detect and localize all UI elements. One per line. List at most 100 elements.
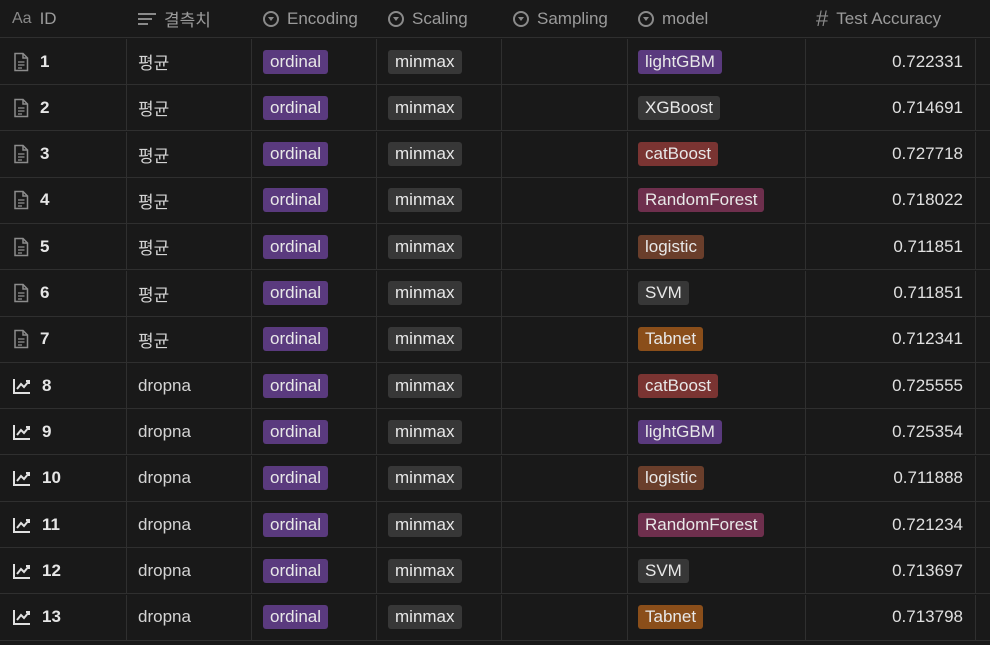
cell-scaling[interactable]: minmax bbox=[377, 594, 502, 640]
cell-model[interactable]: logistic bbox=[628, 224, 806, 270]
cell-scaling[interactable]: minmax bbox=[377, 502, 502, 547]
cell-accuracy[interactable]: 0.713798 bbox=[806, 594, 976, 640]
cell-sampling[interactable] bbox=[502, 131, 628, 177]
cell-id[interactable]: 6 bbox=[0, 270, 127, 316]
cell-id[interactable]: 7 bbox=[0, 316, 127, 362]
table-row[interactable]: 7 평균 ordinal minmax Tabnet 0.712341 bbox=[0, 316, 990, 363]
cell-sampling[interactable] bbox=[502, 224, 628, 270]
header-id[interactable]: Aa ID bbox=[0, 0, 127, 37]
cell-scaling[interactable]: minmax bbox=[377, 85, 502, 131]
cell-sampling[interactable] bbox=[502, 502, 628, 547]
cell-encoding[interactable]: ordinal bbox=[252, 131, 377, 177]
cell-encoding[interactable]: ordinal bbox=[252, 224, 377, 270]
cell-scaling[interactable]: minmax bbox=[377, 548, 502, 594]
cell-scaling[interactable]: minmax bbox=[377, 131, 502, 177]
cell-id[interactable]: 2 bbox=[0, 85, 127, 131]
cell-missing[interactable]: dropna bbox=[127, 409, 252, 455]
cell-encoding[interactable]: ordinal bbox=[252, 363, 377, 409]
cell-accuracy[interactable]: 0.718022 bbox=[806, 177, 976, 223]
cell-missing[interactable]: 평균 bbox=[127, 85, 252, 131]
cell-id[interactable]: 3 bbox=[0, 131, 127, 177]
table-row[interactable]: 13 dropna ordinal minmax Tabnet 0.713798 bbox=[0, 594, 990, 641]
cell-id[interactable]: 13 bbox=[0, 594, 127, 640]
cell-model[interactable]: Tabnet bbox=[628, 594, 806, 640]
cell-missing[interactable]: 평균 bbox=[127, 270, 252, 316]
cell-encoding[interactable]: ordinal bbox=[252, 270, 377, 316]
table-row[interactable]: 12 dropna ordinal minmax SVM 0.713697 bbox=[0, 548, 990, 595]
cell-encoding[interactable]: ordinal bbox=[252, 594, 377, 640]
cell-sampling[interactable] bbox=[502, 270, 628, 316]
table-row[interactable]: 8 dropna ordinal minmax catBoost 0.725555 bbox=[0, 363, 990, 410]
cell-id[interactable]: 10 bbox=[0, 455, 127, 501]
cell-encoding[interactable]: ordinal bbox=[252, 85, 377, 131]
cell-accuracy[interactable]: 0.711851 bbox=[806, 224, 976, 270]
cell-id[interactable]: 1 bbox=[0, 39, 127, 84]
table-row[interactable]: 4 평균 ordinal minmax RandomForest 0.718022 bbox=[0, 177, 990, 224]
cell-accuracy[interactable]: 0.727718 bbox=[806, 131, 976, 177]
cell-encoding[interactable]: ordinal bbox=[252, 502, 377, 547]
cell-sampling[interactable] bbox=[502, 455, 628, 501]
cell-accuracy[interactable]: 0.713697 bbox=[806, 548, 976, 594]
cell-accuracy[interactable]: 0.722331 bbox=[806, 39, 976, 84]
cell-missing[interactable]: dropna bbox=[127, 363, 252, 409]
cell-sampling[interactable] bbox=[502, 363, 628, 409]
cell-missing[interactable]: dropna bbox=[127, 548, 252, 594]
cell-sampling[interactable] bbox=[502, 548, 628, 594]
table-row[interactable]: 3 평균 ordinal minmax catBoost 0.727718 bbox=[0, 131, 990, 178]
cell-missing[interactable]: 평균 bbox=[127, 131, 252, 177]
cell-model[interactable]: lightGBM bbox=[628, 39, 806, 84]
header-accuracy[interactable]: # Test Accuracy bbox=[806, 0, 976, 37]
cell-sampling[interactable] bbox=[502, 85, 628, 131]
header-model[interactable]: model bbox=[628, 0, 806, 37]
cell-id[interactable]: 8 bbox=[0, 363, 127, 409]
cell-model[interactable]: catBoost bbox=[628, 363, 806, 409]
header-sampling[interactable]: Sampling bbox=[502, 0, 628, 37]
cell-missing[interactable]: 평균 bbox=[127, 39, 252, 84]
cell-missing[interactable]: 평균 bbox=[127, 224, 252, 270]
cell-model[interactable]: lightGBM bbox=[628, 409, 806, 455]
cell-sampling[interactable] bbox=[502, 409, 628, 455]
table-row[interactable]: 6 평균 ordinal minmax SVM 0.711851 bbox=[0, 270, 990, 317]
table-row[interactable]: 11 dropna ordinal minmax RandomForest 0.72123… bbox=[0, 502, 990, 548]
cell-sampling[interactable] bbox=[502, 316, 628, 362]
cell-id[interactable]: 9 bbox=[0, 409, 127, 455]
table-row[interactable]: 9 dropna ordinal minmax lightGBM 0.725354 bbox=[0, 409, 990, 456]
cell-accuracy[interactable]: 0.725354 bbox=[806, 409, 976, 455]
cell-encoding[interactable]: ordinal bbox=[252, 316, 377, 362]
cell-sampling[interactable] bbox=[502, 177, 628, 223]
cell-scaling[interactable]: minmax bbox=[377, 316, 502, 362]
cell-missing[interactable]: 평균 bbox=[127, 177, 252, 223]
cell-model[interactable]: XGBoost bbox=[628, 85, 806, 131]
cell-model[interactable]: SVM bbox=[628, 548, 806, 594]
cell-accuracy[interactable]: 0.725555 bbox=[806, 363, 976, 409]
cell-scaling[interactable]: minmax bbox=[377, 455, 502, 501]
header-missing[interactable]: 결측치 bbox=[127, 0, 252, 37]
cell-scaling[interactable]: minmax bbox=[377, 224, 502, 270]
cell-sampling[interactable] bbox=[502, 594, 628, 640]
cell-accuracy[interactable]: 0.712341 bbox=[806, 316, 976, 362]
cell-encoding[interactable]: ordinal bbox=[252, 409, 377, 455]
cell-model[interactable]: Tabnet bbox=[628, 316, 806, 362]
cell-encoding[interactable]: ordinal bbox=[252, 455, 377, 501]
cell-scaling[interactable]: minmax bbox=[377, 270, 502, 316]
cell-scaling[interactable]: minmax bbox=[377, 39, 502, 84]
cell-sampling[interactable] bbox=[502, 39, 628, 84]
cell-accuracy[interactable]: 0.711851 bbox=[806, 270, 976, 316]
header-encoding[interactable]: Encoding bbox=[252, 0, 377, 37]
cell-missing[interactable]: dropna bbox=[127, 455, 252, 501]
cell-encoding[interactable]: ordinal bbox=[252, 548, 377, 594]
cell-model[interactable]: SVM bbox=[628, 270, 806, 316]
cell-accuracy[interactable]: 0.714691 bbox=[806, 85, 976, 131]
cell-scaling[interactable]: minmax bbox=[377, 363, 502, 409]
cell-id[interactable]: 11 bbox=[0, 502, 127, 547]
cell-accuracy[interactable]: 0.711888 bbox=[806, 455, 976, 501]
header-scaling[interactable]: Scaling bbox=[377, 0, 502, 37]
cell-model[interactable]: RandomForest bbox=[628, 502, 806, 547]
cell-model[interactable]: RandomForest bbox=[628, 177, 806, 223]
cell-scaling[interactable]: minmax bbox=[377, 177, 502, 223]
cell-scaling[interactable]: minmax bbox=[377, 409, 502, 455]
cell-accuracy[interactable]: 0.721234 bbox=[806, 502, 976, 547]
cell-id[interactable]: 5 bbox=[0, 224, 127, 270]
table-row[interactable]: 2 평균 ordinal minmax XGBoost 0.714691 bbox=[0, 85, 990, 132]
cell-id[interactable]: 12 bbox=[0, 548, 127, 594]
